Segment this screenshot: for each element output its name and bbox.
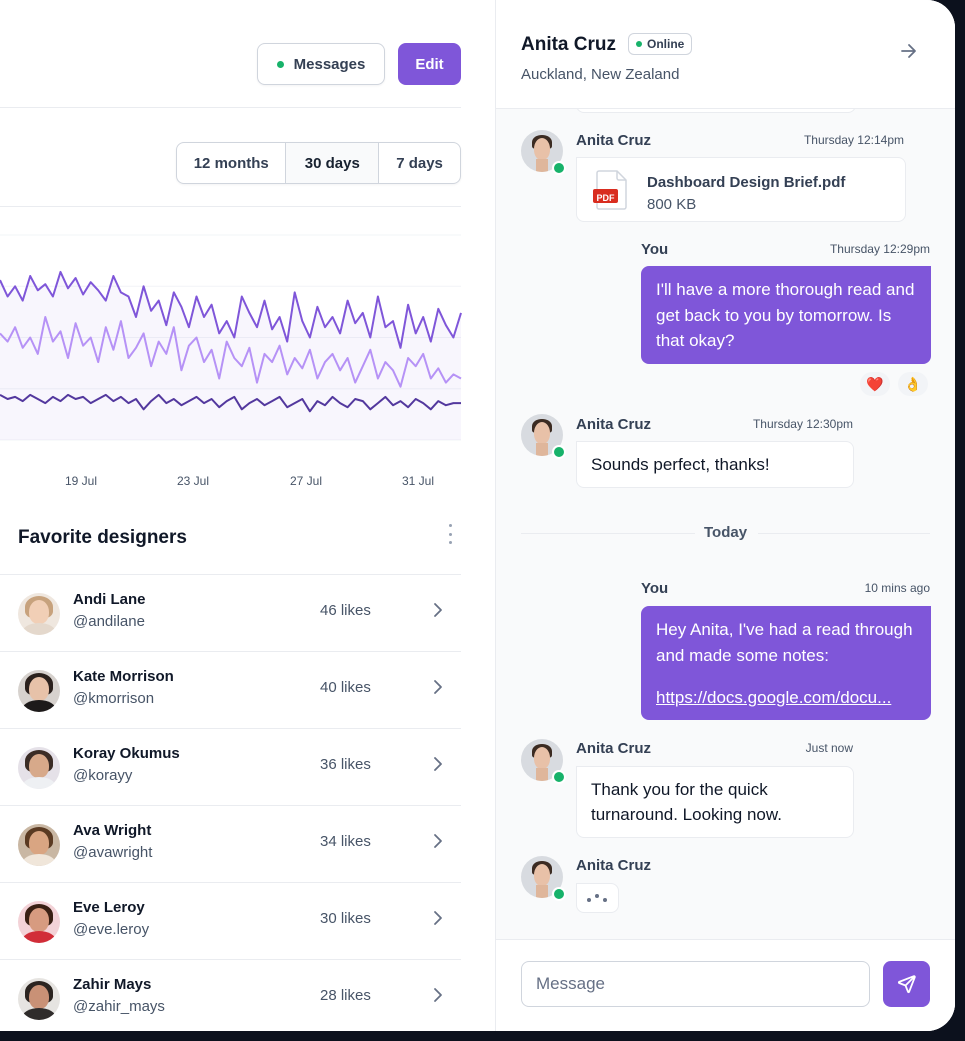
more-options-icon[interactable]: [442, 524, 458, 544]
designer-likes: 36 likes: [320, 756, 371, 773]
x-tick-label: 19 Jul: [64, 474, 98, 488]
x-tick-label: 31 Jul: [401, 474, 435, 488]
message-sender: You: [641, 580, 669, 597]
contact-name: Anita Cruz: [521, 34, 616, 55]
message-composer: [496, 939, 955, 1031]
arrow-right-icon[interactable]: [899, 42, 919, 60]
message-text: Hey Anita, I've had a read through and m…: [656, 620, 913, 665]
chevron-right-icon[interactable]: [431, 679, 445, 695]
avatar: [18, 978, 60, 1020]
designer-handle: @kmorrison: [73, 690, 155, 707]
designer-likes: 34 likes: [320, 833, 371, 850]
designer-likes: 46 likes: [320, 602, 371, 619]
status-text: Online: [647, 37, 685, 51]
avatar: [521, 414, 566, 459]
app-frame: Messages Edit 12 months 30 days 7 days 1…: [0, 0, 955, 1031]
message-bubble-incoming: Sounds perfect, thanks!: [576, 441, 854, 488]
chevron-right-icon[interactable]: [431, 910, 445, 926]
range-12-months[interactable]: 12 months: [177, 143, 287, 183]
avatar: [521, 130, 566, 175]
reaction-heart[interactable]: ❤️: [860, 372, 890, 396]
designer-name: Koray Okumus: [73, 745, 180, 762]
status-badge: Online: [628, 33, 693, 55]
message-time: Thursday 12:14pm: [803, 133, 904, 147]
chevron-right-icon[interactable]: [431, 756, 445, 772]
avatar: [18, 824, 60, 866]
divider-line: [758, 533, 930, 534]
contact-location: Auckland, New Zealand: [521, 66, 680, 83]
divider: [0, 206, 461, 207]
message-time: Thursday 12:29pm: [829, 242, 930, 256]
online-dot: [636, 41, 642, 47]
designer-likes: 40 likes: [320, 679, 371, 696]
chevron-right-icon[interactable]: [431, 833, 445, 849]
designer-row[interactable]: Andi Lane @andilane 46 likes: [0, 574, 461, 652]
line-chart: [0, 234, 462, 441]
message-sender: You: [641, 241, 669, 258]
designer-handle: @korayy: [73, 767, 133, 784]
designer-handle: @eve.leroy: [73, 921, 150, 938]
designer-row[interactable]: Koray Okumus @korayy 36 likes: [0, 728, 461, 806]
designer-handle: @andilane: [73, 613, 145, 630]
file-size: 800 KB: [647, 196, 697, 213]
designer-name: Kate Morrison: [73, 668, 174, 685]
x-tick-label: 23 Jul: [176, 474, 210, 488]
designer-row[interactable]: Zahir Mays @zahir_mays 28 likes: [0, 959, 461, 1031]
message-sender: Anita Cruz: [576, 416, 651, 433]
edit-button[interactable]: Edit: [398, 43, 461, 85]
avatar: [18, 593, 60, 635]
designer-name: Eve Leroy: [73, 899, 145, 916]
chat-header: Anita Cruz Online Auckland, New Zealand: [496, 0, 955, 109]
designer-handle: @zahir_mays: [73, 998, 165, 1015]
designer-name: Ava Wright: [73, 822, 152, 839]
chevron-right-icon[interactable]: [431, 987, 445, 1003]
chevron-right-icon[interactable]: [431, 602, 445, 618]
designer-handle: @avawright: [73, 844, 153, 861]
messages-button[interactable]: Messages: [257, 43, 385, 85]
status-dot: [276, 60, 284, 68]
designer-row[interactable]: Kate Morrison @kmorrison 40 likes: [0, 651, 461, 729]
designer-likes: 30 likes: [320, 910, 371, 927]
designer-row[interactable]: Ava Wright @avawright 34 likes: [0, 805, 461, 883]
dashboard-panel: Messages Edit 12 months 30 days 7 days 1…: [0, 0, 495, 1031]
reaction-ok-hand[interactable]: 👌: [898, 372, 928, 396]
message-sender: Anita Cruz: [576, 132, 651, 149]
divider: [0, 107, 461, 108]
message-sender: Anita Cruz: [576, 857, 651, 874]
message-time: Just now: [805, 741, 853, 755]
message-time: 10 mins ago: [864, 581, 930, 595]
message-input[interactable]: [521, 961, 870, 1007]
typing-indicator: [576, 883, 619, 913]
designer-name: Andi Lane: [73, 591, 146, 608]
divider-line: [521, 533, 695, 534]
designer-name: Zahir Mays: [73, 976, 152, 993]
messages-button-label: Messages: [293, 55, 366, 73]
date-divider: Today: [704, 524, 748, 541]
message-link[interactable]: https://docs.google.com/docu...: [656, 685, 916, 711]
send-icon: [897, 975, 916, 994]
message-sender: Anita Cruz: [576, 740, 651, 757]
message-bubble-outgoing: Hey Anita, I've had a read through and m…: [641, 606, 931, 720]
avatar: [18, 901, 60, 943]
designer-row[interactable]: Eve Leroy @eve.leroy 30 likes: [0, 882, 461, 960]
designer-likes: 28 likes: [320, 987, 371, 1004]
chat-panel: Anita Cruz Online Auckland, New Zealand …: [495, 0, 955, 1031]
send-button[interactable]: [883, 961, 930, 1007]
message-bubble-incoming: Thank you for the quick turnaround. Look…: [576, 766, 854, 838]
range-7-days[interactable]: 7 days: [379, 143, 460, 183]
favorites-title: Favorite designers: [18, 527, 187, 548]
message-time: Thursday 12:30pm: [752, 417, 853, 431]
file-type-badge: PDF: [596, 193, 615, 203]
date-range-selector: 12 months 30 days 7 days: [176, 142, 461, 184]
range-30-days[interactable]: 30 days: [286, 143, 380, 183]
avatar: [18, 747, 60, 789]
message-bubble-outgoing: I'll have a more thorough read and get b…: [641, 266, 931, 364]
avatar: [521, 739, 566, 784]
file-attachment[interactable]: PDF Dashboard Design Brief.pdf 800 KB: [576, 157, 906, 222]
x-tick-label: 27 Jul: [289, 474, 323, 488]
avatar: [521, 856, 566, 901]
avatar: [18, 670, 60, 712]
